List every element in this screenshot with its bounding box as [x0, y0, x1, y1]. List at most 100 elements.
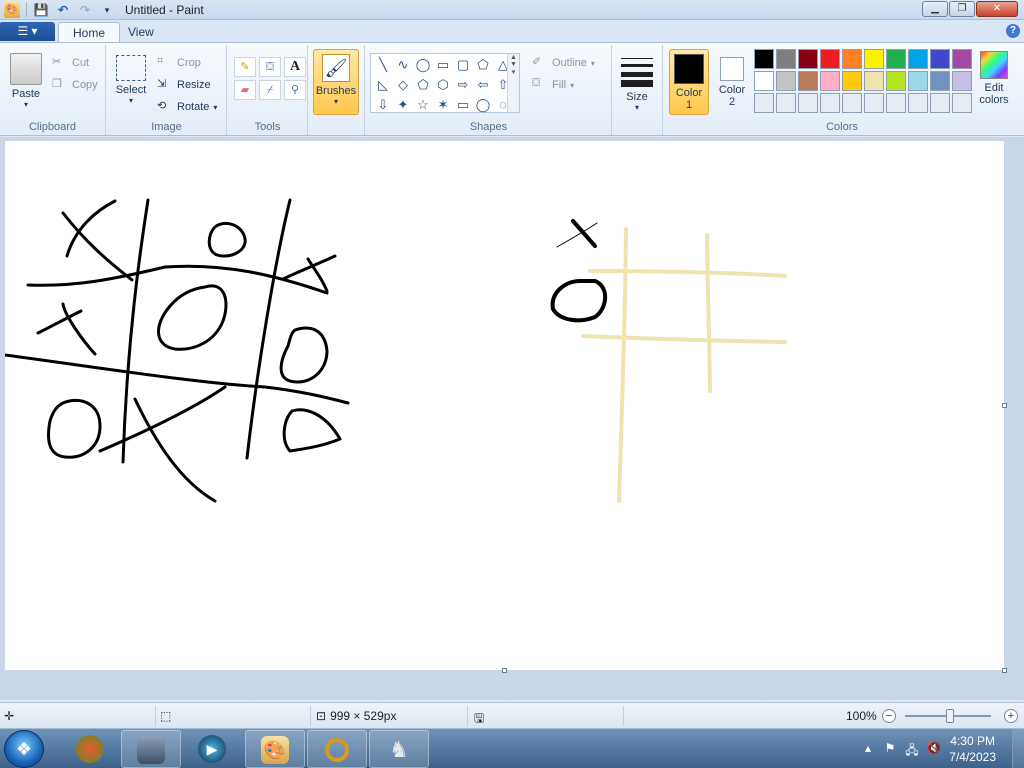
fill-icon[interactable]: ⛋ [259, 57, 281, 77]
zoom-in-button[interactable]: + [1004, 709, 1018, 723]
show-desktop-button[interactable] [1012, 729, 1024, 768]
palette-swatch[interactable] [930, 71, 950, 91]
save-icon[interactable]: 💾 [33, 2, 49, 18]
resize-handle-bottom[interactable] [502, 668, 507, 673]
volume-muted-icon[interactable]: 🔇 [926, 741, 942, 757]
color-picker-icon[interactable]: ⌿ [259, 80, 281, 100]
taskbar-item-chess[interactable]: ♞ [369, 730, 429, 768]
zoom-out-button[interactable]: − [882, 709, 896, 723]
paste-button[interactable]: Paste ▾ [8, 53, 44, 109]
shape-option[interactable]: ∿ [393, 55, 413, 75]
palette-swatch[interactable] [952, 49, 972, 69]
clock[interactable]: 4:30 PM 7/4/2023 [949, 733, 996, 765]
shape-option[interactable]: ⬠ [413, 75, 433, 95]
palette-swatch[interactable] [820, 49, 840, 69]
undo-icon[interactable]: ↶ [55, 2, 71, 18]
shape-option[interactable]: ◺ [373, 75, 393, 95]
palette-swatch[interactable] [886, 93, 906, 113]
crop-button[interactable]: ⌗ Crop [157, 55, 201, 71]
pencil-icon[interactable]: ✎ [234, 57, 256, 77]
cut-button[interactable]: ✂ Cut [52, 55, 89, 71]
palette-swatch[interactable] [820, 93, 840, 113]
shape-option[interactable]: ▭ [453, 95, 473, 115]
shape-option[interactable]: ⇦ [473, 75, 493, 95]
palette-swatch[interactable] [930, 93, 950, 113]
shape-option[interactable]: ✶ [433, 95, 453, 115]
rotate-button[interactable]: ⟲ Rotate ▾ [157, 99, 217, 115]
palette-swatch[interactable] [864, 49, 884, 69]
palette-swatch[interactable] [952, 93, 972, 113]
palette-swatch[interactable] [798, 49, 818, 69]
shapes-scrollbar[interactable]: ▲ ▼ ▾ [507, 54, 519, 112]
customize-icon[interactable]: ▾ [99, 2, 115, 18]
size-button[interactable]: Size ▾ [619, 55, 655, 112]
palette-swatch[interactable] [776, 93, 796, 113]
palette-swatch[interactable] [886, 49, 906, 69]
shape-option[interactable]: ⇨ [453, 75, 473, 95]
action-center-icon[interactable]: ⚑ [882, 741, 898, 757]
restore-button[interactable]: ❐ [949, 1, 975, 17]
drawing-canvas[interactable] [3, 141, 1007, 673]
palette-swatch[interactable] [842, 93, 862, 113]
eraser-icon[interactable]: ▰ [234, 80, 256, 100]
shape-option[interactable]: ◯ [473, 95, 493, 115]
palette-swatch[interactable] [842, 49, 862, 69]
shape-option[interactable]: ☆ [413, 95, 433, 115]
app-menu-button[interactable]: ☰ ▾ [0, 22, 55, 41]
palette-swatch[interactable] [754, 71, 774, 91]
color2-button[interactable]: Color 2 [712, 53, 752, 108]
shape-option[interactable]: ⇩ [373, 95, 393, 115]
palette-swatch[interactable] [842, 71, 862, 91]
palette-swatch[interactable] [798, 93, 818, 113]
copy-button[interactable]: ❐ Copy [52, 77, 98, 93]
taskbar-item-media-player[interactable]: ▶ [182, 730, 242, 768]
palette-swatch[interactable] [864, 93, 884, 113]
palette-swatch[interactable] [908, 49, 928, 69]
minimize-button[interactable]: ▁ [922, 1, 948, 17]
brushes-button[interactable]: 🖌 Brushes ▾ [313, 49, 359, 115]
shape-option[interactable]: ◯ [413, 55, 433, 75]
palette-swatch[interactable] [952, 71, 972, 91]
show-hidden-icons-icon[interactable]: ▴ [860, 741, 876, 757]
palette-swatch[interactable] [798, 71, 818, 91]
resize-handle-right[interactable] [1002, 403, 1007, 408]
fill-button[interactable]: ⛋ Fill ▾ [532, 77, 574, 93]
zoom-slider-thumb[interactable] [946, 709, 954, 723]
palette-swatch[interactable] [776, 71, 796, 91]
shape-option[interactable]: ▭ [433, 55, 453, 75]
shape-option[interactable]: ◇ [393, 75, 413, 95]
text-icon[interactable]: A [284, 57, 306, 77]
palette-swatch[interactable] [930, 49, 950, 69]
magnifier-icon[interactable]: ⚲ [284, 80, 306, 100]
shape-option[interactable]: ✦ [393, 95, 413, 115]
resize-handle-corner[interactable] [1002, 668, 1007, 673]
palette-swatch[interactable] [908, 71, 928, 91]
tab-view[interactable]: View [114, 22, 168, 42]
help-icon[interactable]: ? [1006, 24, 1020, 38]
palette-swatch[interactable] [820, 71, 840, 91]
taskbar-item-paint[interactable]: 🎨 [245, 730, 305, 768]
palette-swatch[interactable] [886, 71, 906, 91]
resize-button[interactable]: ⇲ Resize [157, 77, 211, 93]
redo-icon[interactable]: ↷ [77, 2, 93, 18]
shape-option[interactable]: ╲ [373, 55, 393, 75]
palette-swatch[interactable] [908, 93, 928, 113]
shape-option[interactable]: ▢ [453, 55, 473, 75]
shape-option[interactable]: ⬡ [433, 75, 453, 95]
palette-swatch[interactable] [864, 71, 884, 91]
outline-button[interactable]: ✐ Outline ▾ [532, 55, 595, 71]
palette-swatch[interactable] [754, 93, 774, 113]
start-button[interactable]: ❖ [4, 730, 44, 768]
taskbar-item-ring-app[interactable] [307, 730, 367, 768]
shape-option[interactable]: ⬠ [473, 55, 493, 75]
color1-button[interactable]: Color 1 [669, 49, 709, 115]
palette-swatch[interactable] [754, 49, 774, 69]
select-button[interactable]: Select ▾ [113, 55, 149, 105]
taskbar-item-camera[interactable] [121, 730, 181, 768]
tab-home[interactable]: Home [58, 22, 121, 42]
close-button[interactable]: ✕ [976, 1, 1018, 17]
edit-colors-button[interactable]: Edit colors [974, 51, 1014, 106]
paint-app-icon[interactable]: 🎨 [4, 2, 20, 18]
palette-swatch[interactable] [776, 49, 796, 69]
taskbar-item-media-center[interactable] [60, 730, 120, 768]
